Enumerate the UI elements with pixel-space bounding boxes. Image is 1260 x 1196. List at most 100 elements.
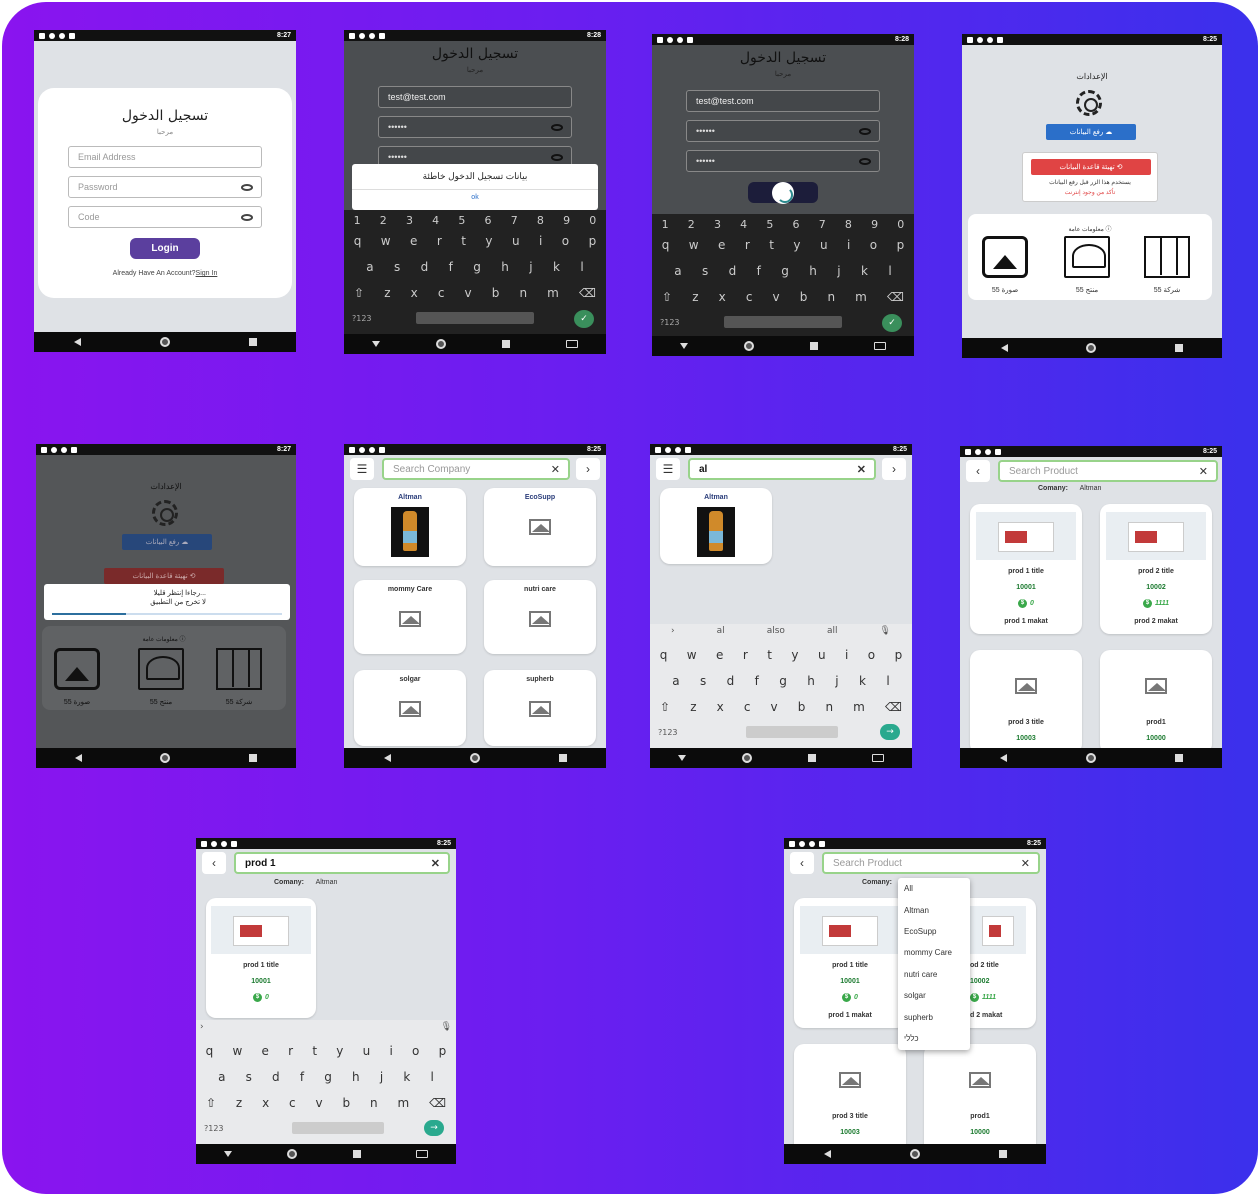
product-card[interactable]: prod 2 title 10002 $1111 prod 2 makat — [1100, 504, 1212, 634]
upload-data-button[interactable]: رفع البيانات ☁ — [122, 534, 212, 550]
key[interactable]: k — [403, 1070, 410, 1084]
key[interactable]: t — [767, 648, 772, 662]
key[interactable]: 1 — [662, 218, 669, 231]
keyboard-row-3[interactable]: ⇧ z x c v b n m ⌫ — [652, 290, 914, 304]
keyboard-row-3[interactable]: ⇧ z x c v b n m ⌫ — [344, 286, 606, 300]
email-field[interactable]: Email Address — [68, 146, 262, 168]
key[interactable]: u — [818, 648, 826, 662]
keyboard-icon[interactable] — [416, 1150, 429, 1158]
key[interactable]: z — [692, 290, 698, 304]
key[interactable]: p — [897, 238, 905, 252]
key[interactable]: k — [859, 674, 866, 688]
key[interactable]: s — [246, 1070, 252, 1084]
product-card[interactable]: prod 1 title 10001 $0 — [206, 898, 316, 1018]
key[interactable]: l — [430, 1070, 433, 1084]
eye-icon[interactable] — [551, 124, 563, 131]
recents-icon[interactable] — [558, 754, 567, 762]
keyboard-icon[interactable] — [874, 342, 886, 350]
key[interactable]: 6 — [485, 214, 492, 227]
eye-icon[interactable] — [859, 158, 871, 165]
key[interactable]: f — [757, 264, 761, 278]
key[interactable]: 8 — [845, 218, 852, 231]
key[interactable]: b — [800, 290, 808, 304]
recents-icon[interactable] — [998, 1150, 1007, 1158]
mic-icon[interactable]: 🎙 — [880, 626, 891, 640]
product-search-input[interactable]: prod 1 ✕ — [234, 852, 450, 874]
key[interactable]: b — [798, 700, 806, 714]
key[interactable]: s — [702, 264, 708, 278]
mic-icon[interactable]: 🎙 — [441, 1022, 452, 1036]
key[interactable]: i — [389, 1044, 392, 1058]
eye-icon[interactable] — [241, 214, 253, 221]
email-field[interactable]: test@test.com — [378, 86, 572, 108]
company-tile[interactable]: solgar — [354, 670, 466, 746]
keyboard-row-2[interactable]: asdfghjkl — [650, 674, 912, 688]
key[interactable]: ⌫ — [579, 286, 596, 300]
suggestion[interactable]: also — [767, 626, 785, 640]
init-db-button[interactable]: تهيئة قاعدة البيانات ⟲ — [1031, 159, 1151, 175]
key[interactable]: 3 — [406, 214, 413, 227]
key[interactable]: r — [288, 1044, 293, 1058]
home-icon[interactable] — [436, 339, 446, 349]
chevron-left-icon[interactable]: ‹ — [966, 460, 990, 482]
ok-button[interactable]: ok — [352, 189, 598, 201]
key[interactable]: c — [746, 290, 753, 304]
recents-icon[interactable] — [248, 338, 257, 346]
keyboard-row-2[interactable]: asdfghjkl — [196, 1070, 456, 1084]
recents-icon[interactable] — [248, 754, 257, 762]
clear-icon[interactable]: ✕ — [1199, 465, 1208, 478]
key[interactable]: i — [847, 238, 850, 252]
key[interactable]: ⌫ — [887, 290, 904, 304]
key[interactable]: l — [886, 674, 889, 688]
key[interactable]: 2 — [380, 214, 387, 227]
back-icon[interactable] — [999, 754, 1007, 762]
key[interactable]: j — [529, 260, 532, 274]
company-filter[interactable]: Comany: — [862, 879, 892, 886]
key[interactable]: o — [870, 238, 877, 252]
key[interactable]: a — [218, 1070, 225, 1084]
product-card[interactable]: prod 3 title 10003 — [794, 1044, 906, 1154]
password-field[interactable]: •••••• — [686, 120, 880, 142]
dropdown-option[interactable]: supherb — [898, 1006, 970, 1027]
company-filter[interactable]: Comany: Altman — [274, 879, 337, 886]
key[interactable]: 4 — [740, 218, 747, 231]
hide-keyboard-icon[interactable] — [372, 341, 380, 347]
space-key[interactable] — [416, 312, 534, 324]
key[interactable]: n — [370, 1096, 378, 1110]
key[interactable]: a — [672, 674, 679, 688]
home-icon[interactable] — [744, 341, 754, 351]
enter-key[interactable]: → — [880, 724, 900, 740]
back-icon[interactable] — [823, 1150, 831, 1158]
key[interactable]: e — [262, 1044, 269, 1058]
key[interactable]: k — [861, 264, 868, 278]
enter-key[interactable]: → — [424, 1120, 444, 1136]
key[interactable]: c — [744, 700, 751, 714]
key[interactable]: s — [700, 674, 706, 688]
key[interactable]: r — [745, 238, 750, 252]
product-card[interactable]: prod1 10000 — [924, 1044, 1036, 1154]
chevron-right-icon[interactable]: › — [882, 458, 906, 480]
clear-icon[interactable]: ✕ — [551, 463, 560, 476]
sym-key[interactable]: ?123 — [352, 314, 372, 323]
key[interactable]: x — [262, 1096, 269, 1110]
key[interactable]: u — [820, 238, 828, 252]
product-card[interactable]: prod 1 title 10001 $0 prod 1 makat — [970, 504, 1082, 634]
key[interactable]: q — [660, 648, 668, 662]
company-tile[interactable]: Altman — [354, 488, 466, 566]
company-search-input[interactable]: al ✕ — [688, 458, 876, 480]
key[interactable]: 0 — [897, 218, 904, 231]
key[interactable]: r — [743, 648, 748, 662]
key[interactable]: e — [716, 648, 723, 662]
clear-icon[interactable]: ✕ — [857, 463, 866, 476]
login-button-loading[interactable] — [748, 181, 818, 204]
recents-icon[interactable] — [352, 1150, 361, 1158]
key[interactable]: c — [289, 1096, 296, 1110]
key[interactable]: g — [473, 260, 481, 274]
key[interactable]: ⌫ — [885, 700, 902, 714]
company-tile[interactable]: mommy Care — [354, 580, 466, 654]
key[interactable]: p — [439, 1044, 447, 1058]
dropdown-option[interactable]: All — [898, 878, 970, 899]
login-button[interactable]: Login — [130, 238, 200, 259]
key[interactable]: w — [689, 238, 699, 252]
key[interactable]: m — [855, 290, 867, 304]
